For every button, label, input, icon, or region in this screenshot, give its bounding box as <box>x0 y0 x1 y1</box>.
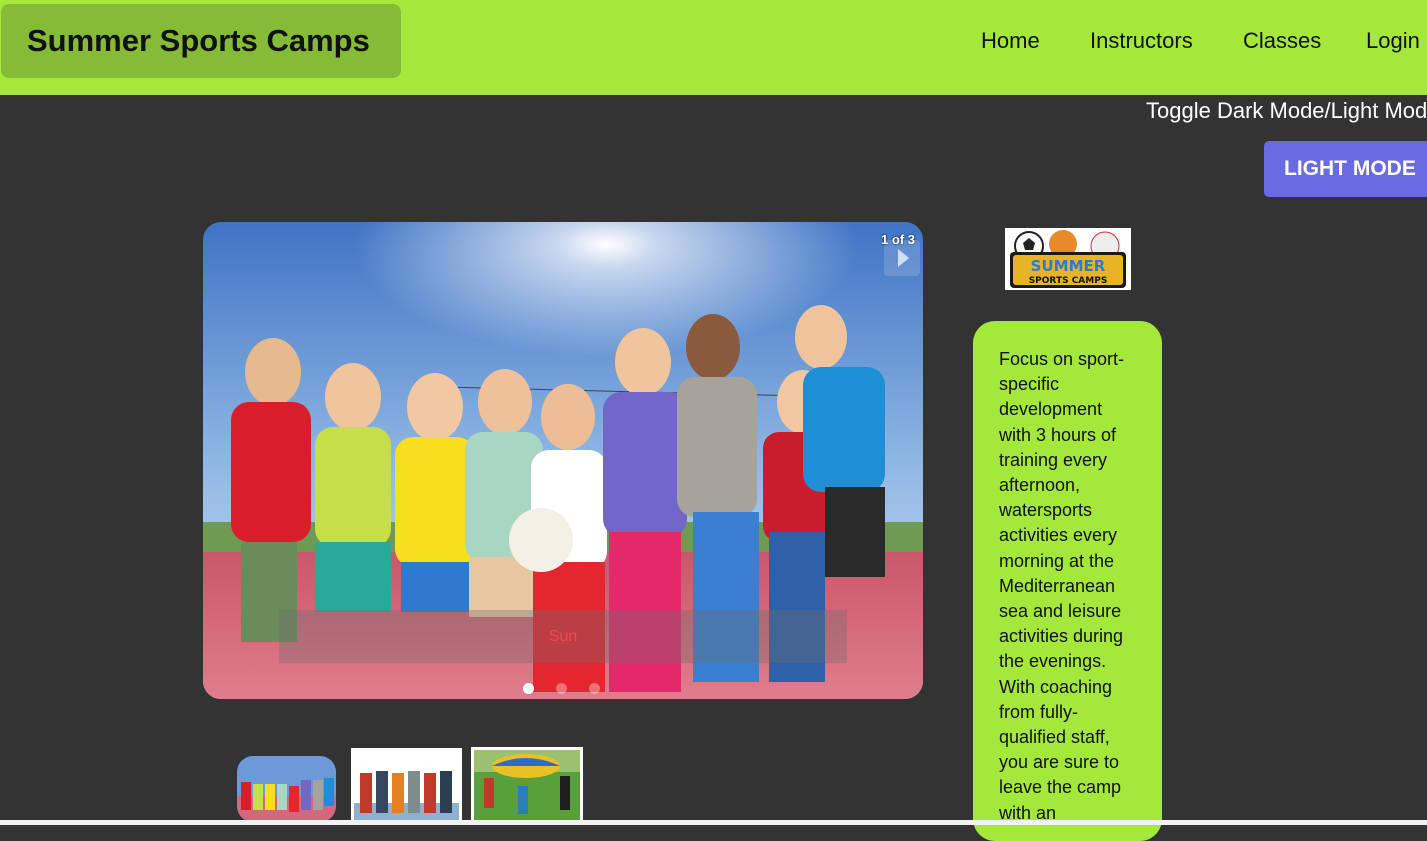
slide-caption: Sun <box>279 610 847 663</box>
site-brand[interactable]: Summer Sports Camps <box>1 4 401 78</box>
nav-login[interactable]: Login <box>1366 28 1420 54</box>
camp-description-card: Focus on sport-specific development with… <box>973 321 1162 841</box>
logo-subtitle: SPORTS CAMPS <box>1029 276 1108 286</box>
slide-dots <box>523 683 600 694</box>
thumbnail-1-image <box>237 756 336 822</box>
mode-toggle-label: Toggle Dark Mode/Light Mod <box>1146 98 1427 123</box>
thumbnail-2-image <box>354 751 459 825</box>
nav-instructors[interactable]: Instructors <box>1090 28 1193 54</box>
slide-dot-3[interactable] <box>589 683 600 694</box>
nav-home[interactable]: Home <box>981 28 1040 54</box>
camp-logo: SUMMER SPORTS CAMPS <box>1005 228 1131 290</box>
light-mode-button[interactable]: LIGHT MODE <box>1264 141 1427 197</box>
logo-title: SUMMER <box>1031 257 1106 275</box>
page-bottom-edge <box>0 820 1427 825</box>
camp-logo-image: SUMMER SPORTS CAMPS <box>1005 228 1131 290</box>
nav-classes[interactable]: Classes <box>1243 28 1321 54</box>
next-slide-arrow-icon[interactable] <box>884 240 920 276</box>
site-header: Summer Sports Camps Home Instructors Cla… <box>0 0 1427 95</box>
camp-description-text: Focus on sport-specific development with… <box>999 349 1125 823</box>
slide-dot-2[interactable] <box>556 683 567 694</box>
thumbnail-3[interactable] <box>471 747 583 825</box>
thumbnail-3-image <box>474 750 580 825</box>
thumbnail-1[interactable] <box>237 756 336 822</box>
thumbnail-2[interactable] <box>351 748 462 825</box>
image-slider[interactable]: 1 of 3 Sun <box>203 222 923 699</box>
slide-dot-1[interactable] <box>523 683 534 694</box>
